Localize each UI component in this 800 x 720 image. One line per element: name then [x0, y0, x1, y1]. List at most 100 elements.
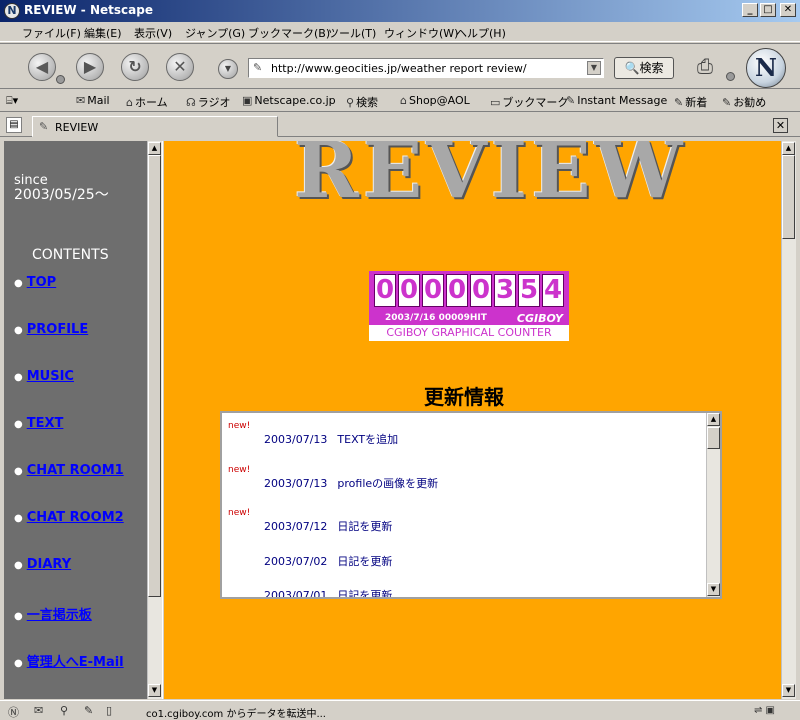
bookmarks-folder[interactable]: ▭ ブックマーク — [490, 94, 568, 110]
counter-hits: 00009HIT — [438, 313, 487, 323]
go-dropdown-button[interactable]: ▼ — [218, 59, 238, 79]
netscape-logo[interactable]: N — [746, 48, 786, 88]
print-dropdown[interactable] — [726, 72, 735, 81]
scroll-up-arrow-icon[interactable]: ▲ — [148, 142, 161, 155]
counter-digit: 4 — [542, 274, 564, 307]
nav-link-text[interactable]: ● TEXT — [14, 416, 63, 431]
bookmark-radio[interactable]: ☊ ラジオ — [186, 94, 231, 110]
scroll-up-arrow-icon[interactable]: ▲ — [707, 413, 720, 426]
url-history-dropdown[interactable]: ▼ — [587, 61, 601, 75]
home-icon: ⌂ — [126, 96, 133, 109]
counter-caption: CGIBOY GRAPHICAL COUNTER — [369, 325, 569, 341]
nav-link-chat-room2[interactable]: ● CHAT ROOM2 — [14, 510, 124, 525]
news-text: TEXTを追加 — [337, 433, 399, 446]
news-scrollbar[interactable]: ▲ ▼ — [706, 413, 720, 597]
bookmark-shop[interactable]: ⌂ Shop@AOL — [400, 94, 470, 107]
bookmark-instant-message[interactable]: ✎ Instant Message — [566, 94, 667, 107]
scroll-thumb[interactable] — [782, 155, 795, 239]
new-tab-icon[interactable]: ▤ — [6, 117, 22, 133]
scroll-thumb[interactable] — [707, 427, 720, 449]
bookmark-netscape[interactable]: ▣ Netscape.co.jp — [242, 94, 336, 107]
folder-icon: ▭ — [490, 96, 501, 109]
page-bookmark-icon: ✎ — [253, 61, 263, 74]
search-button[interactable]: 🔍検索 — [614, 57, 674, 79]
close-tab-button[interactable]: ✕ — [773, 118, 788, 133]
bookmark-search[interactable]: ⚲ 検索 — [346, 94, 378, 110]
url-input[interactable]: http://www.geocities.jp/weather report r… — [271, 62, 527, 75]
news-text: profileの画像を更新 — [337, 477, 439, 490]
counter-meta: 2003/7/16 00009HIT CGIBOY — [369, 311, 569, 325]
radio-icon: ☊ — [186, 96, 196, 109]
counter-digit: 0 — [398, 274, 420, 307]
bookmark-recommend[interactable]: ✎ お勧め — [722, 94, 766, 110]
nav-link-profile[interactable]: ● PROFILE — [14, 322, 88, 337]
counter-digit: 0 — [446, 274, 468, 307]
menu-go[interactable]: ジャンプ(G) — [185, 25, 245, 41]
reload-button[interactable]: ↻ — [121, 53, 149, 81]
nav-link-diary[interactable]: ● DIARY — [14, 557, 71, 572]
netscape-icon[interactable]: Ⓝ — [8, 704, 19, 720]
counter-digit: 5 — [518, 274, 540, 307]
menu-file[interactable]: ファイル(F) — [22, 25, 81, 41]
back-button[interactable]: ◀ — [28, 53, 56, 81]
my-icon: ▣ — [242, 94, 253, 107]
news-date: 2003/07/02 — [264, 555, 328, 568]
review-banner-logo: REVIEW — [294, 141, 687, 216]
bookmark-mail[interactable]: ✉ Mail — [76, 94, 110, 107]
nav-link-music[interactable]: ● MUSIC — [14, 369, 74, 384]
close-button[interactable]: ✕ — [780, 3, 796, 17]
scroll-down-arrow-icon[interactable]: ▼ — [148, 684, 161, 697]
mail-icon: ✉ — [76, 94, 86, 107]
url-bar[interactable]: ✎ http://www.geocities.jp/weather report… — [248, 58, 604, 78]
nav-link-top[interactable]: ● TOP — [14, 275, 56, 290]
mail-icon[interactable]: ✉ — [34, 704, 43, 717]
since-date: 2003/05/25～ — [14, 187, 109, 203]
counter-digits: 0 0 0 0 0 3 5 4 — [369, 271, 569, 311]
access-counter[interactable]: 0 0 0 0 0 3 5 4 2003/7/16 00009HIT CGIBO… — [369, 271, 569, 341]
chevron-down-icon: ▼ — [224, 64, 232, 73]
scroll-up-arrow-icon[interactable]: ▲ — [782, 142, 795, 155]
bookmark-icon: ✎ — [674, 96, 684, 109]
minimize-button[interactable]: _ — [742, 3, 758, 17]
left-frame-scrollbar[interactable]: ▲ ▼ — [147, 141, 162, 699]
menu-window[interactable]: ウィンドウ(W) — [384, 25, 458, 41]
page-bookmark-icon: ✎ — [39, 120, 49, 133]
composer-icon[interactable]: ✎ — [84, 704, 93, 717]
bookmark-icon: ✎ — [566, 94, 576, 107]
menu-help[interactable]: ヘルプ(H) — [456, 25, 506, 41]
back-history-dropdown[interactable] — [56, 75, 65, 84]
news-item: new! 2003/07/12 日記を更新 — [222, 508, 708, 538]
menu-tools[interactable]: ツール(T) — [328, 25, 376, 41]
bookmark-home[interactable]: ⌂ ホーム — [126, 94, 168, 110]
tab-review[interactable]: ✎ REVIEW — [32, 116, 278, 137]
menu-bookmarks[interactable]: ブックマーク(B) — [248, 25, 330, 41]
maximize-button[interactable]: □ — [760, 3, 776, 17]
scroll-down-arrow-icon[interactable]: ▼ — [782, 684, 795, 697]
news-item: new! 2003/07/13 profileの画像を更新 — [222, 465, 708, 495]
status-bar: Ⓝ ✉ ⚲ ✎ ▯ co1.cgiboy.com からデータを転送中... ⇌ … — [0, 700, 800, 720]
scroll-thumb[interactable] — [148, 155, 161, 597]
nav-link-email[interactable]: ● 管理人へE-Mail — [14, 651, 124, 670]
main-content-frame: REVIEW 0 0 0 0 0 3 5 4 2003/7/16 00009HI… — [164, 141, 781, 699]
nav-link-bbs[interactable]: ● 一言掲示板 — [14, 604, 92, 623]
stop-button[interactable]: ✕ — [166, 53, 194, 81]
news-heading: 更新情報 — [424, 385, 504, 409]
sidebar-toggle-icon[interactable]: ⌸▾ — [6, 94, 18, 108]
print-icon[interactable]: ⎙ — [697, 54, 725, 78]
instant-messenger-icon[interactable]: ⚲ — [60, 704, 68, 717]
nav-link-chat-room1[interactable]: ● CHAT ROOM1 — [14, 463, 124, 478]
window-title: REVIEW - Netscape — [24, 3, 153, 17]
bookmark-new[interactable]: ✎ 新着 — [674, 94, 707, 110]
back-arrow-icon: ◀ — [35, 57, 49, 76]
news-item: 2003/07/02 日記を更新 — [222, 543, 708, 573]
menu-view[interactable]: 表示(V) — [134, 25, 172, 41]
menu-edit[interactable]: 編集(E) — [84, 25, 122, 41]
contents-heading: CONTENTS — [32, 247, 109, 263]
menu-bar: ファイル(F) 編集(E) 表示(V) ジャンプ(G) ブックマーク(B) ツー… — [0, 22, 800, 42]
new-badge: new! — [228, 465, 251, 475]
scroll-down-arrow-icon[interactable]: ▼ — [707, 583, 720, 596]
main-frame-scrollbar[interactable]: ▲ ▼ — [781, 141, 796, 699]
address-book-icon[interactable]: ▯ — [106, 704, 112, 717]
since-label: since — [14, 173, 48, 188]
forward-button[interactable]: ▶ — [76, 53, 104, 81]
